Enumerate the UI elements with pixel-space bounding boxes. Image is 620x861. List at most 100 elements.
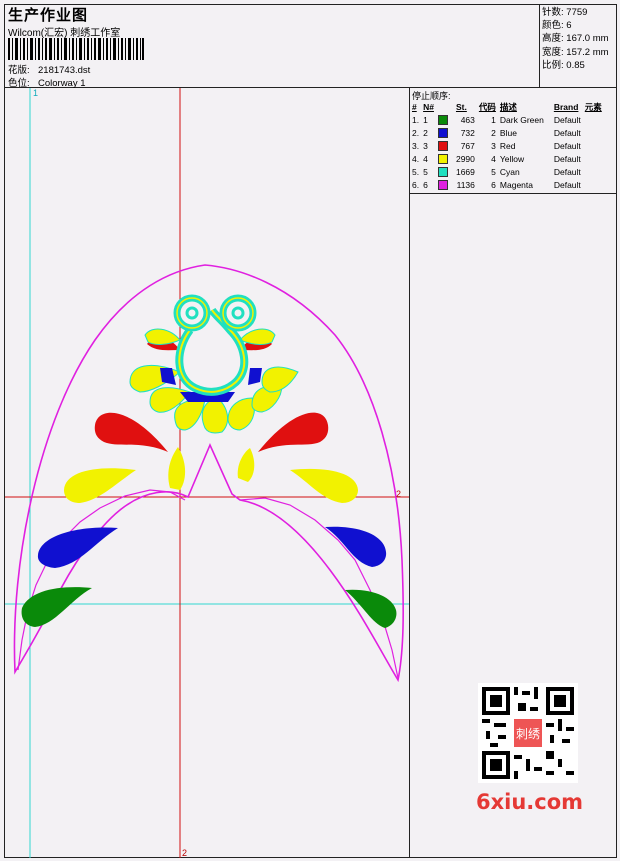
table-header-row: # N# St. 代码 描述 Brand 元素 [410,101,604,113]
green-drop-left [21,587,92,627]
stat-colors: 颜色: 6 [542,19,617,32]
seal-text: 刺绣 [516,727,540,741]
row-element [583,113,604,126]
row-index: 6. [412,179,420,190]
col-header: 描述 [499,102,517,112]
table-row: 1. 1 463 1 Dark Green Default [410,113,604,126]
stat-value: 6 [566,20,572,32]
col-header: St. [455,102,467,112]
stat-width: 宽度: 157.2 mm [542,46,617,59]
watermark-text: 6xiu.com [476,790,584,814]
row-needle: 5 [423,166,428,177]
row-index: 5. [412,166,420,177]
color-swatch [436,152,454,165]
cyan-guide-label: 1 [33,88,39,98]
col-header: Brand [553,102,579,112]
stats-box: 针数: 7759 颜色: 6 高度: 167.0 mm 宽度: 157.2 mm… [539,4,617,88]
col-header: 代码 [478,102,496,112]
row-index: 1. [412,114,420,125]
stat-scale: 比例: 0.85 [542,59,617,72]
row-code: 3 [491,140,496,151]
row-description: Blue [499,127,517,138]
row-element [583,165,604,178]
row-needle: 6 [423,179,428,190]
header: 生产作业图 Wilcom(汇宏) 刺绣工作室 花版: 2181743.dst 色位… [4,4,617,89]
color-swatch [436,126,454,139]
colorway-label: 色位: [8,78,30,89]
design-line: 花版: 2181743.dst [8,62,90,76]
red-drop-right [258,412,329,452]
colorway-line: 色位: Colorway 1 [8,75,86,89]
row-stitches: 732 [460,127,475,138]
row-element [583,178,604,191]
stat-label: 比例: [542,59,564,71]
studio-name: Wilcom(汇宏) 刺绣工作室 [8,28,121,39]
row-element [583,139,604,152]
swatch-square [437,114,448,125]
stop-sequence-table: # N# St. 代码 描述 Brand 元素 1. 1 463 1 Dark Gree… [410,101,604,191]
panel-divider [409,194,410,858]
magenta-outline [13,264,404,683]
row-description: Cyan [499,166,520,177]
row-stitches: 767 [460,140,475,151]
color-swatch [436,178,454,191]
row-code: 1 [491,114,496,125]
flower-petals [129,328,299,434]
row-description: Magenta [499,179,533,190]
stat-value: 157.2 mm [566,46,609,58]
row-needle: 2 [423,127,428,138]
stat-value: 0.85 [566,59,585,71]
color-swatch [436,139,454,152]
yellow-drop-left [64,468,136,503]
color-swatch [436,113,454,126]
stop-rows: 1. 1 463 1 Dark Green Default 2. 2 732 2 Blue Defau… [410,113,604,191]
colorway-value: Colorway 1 [38,78,86,89]
row-code: 5 [491,166,496,177]
row-index: 3. [412,140,420,151]
barcode [8,38,144,60]
table-row: 5. 5 1669 5 Cyan Default [410,165,604,178]
row-brand: Default [553,140,581,151]
row-needle: 4 [423,153,428,164]
row-stitches: 463 [460,114,475,125]
table-row: 3. 3 767 3 Red Default [410,139,604,152]
stop-sequence-panel: 停止顺序: # N# St. 代码 描述 Brand 元素 1. 1 463 1 Dar… [409,88,617,194]
col-header-swatch [436,101,454,113]
design-label: 花版: [8,65,30,76]
row-index: 2. [412,127,420,138]
red-h-guide-label: 2 [396,489,402,499]
green-drop-right [345,589,397,628]
row-brand: Default [553,153,581,164]
row-needle: 3 [423,140,428,151]
blue-accent-right [248,368,262,385]
row-description: Dark Green [499,114,544,125]
yellow-drop-right [290,468,358,503]
row-brand: Default [553,127,581,138]
page-title: 生产作业图 [8,7,89,24]
row-stitches: 1136 [456,179,475,190]
row-stitches: 1669 [455,166,475,177]
swatch-square [437,166,448,177]
row-element [583,126,604,139]
row-code: 2 [491,127,496,138]
row-code: 4 [491,153,496,164]
row-needle: 1 [423,114,428,125]
row-brand: Default [553,166,581,177]
red-v-guide-label: 2 [182,848,188,858]
table-row: 4. 4 2990 4 Yellow Default [410,152,604,165]
row-index: 4. [412,153,420,164]
row-brand: Default [553,114,581,125]
row-brand: Default [553,179,581,190]
col-header: N# [423,102,434,112]
cyan-scroll-motif [173,294,257,396]
swatch-square [437,127,448,138]
row-stitches: 2990 [455,153,475,164]
table-row: 6. 6 1136 6 Magenta Default [410,178,604,191]
stat-label: 宽度: [542,46,564,58]
color-swatch [436,165,454,178]
stat-stitches: 针数: 7759 [542,6,617,19]
red-drop-left [94,412,168,452]
stat-label: 颜色: [542,20,564,32]
col-header: 元素 [584,102,602,112]
row-description: Yellow [499,153,525,164]
